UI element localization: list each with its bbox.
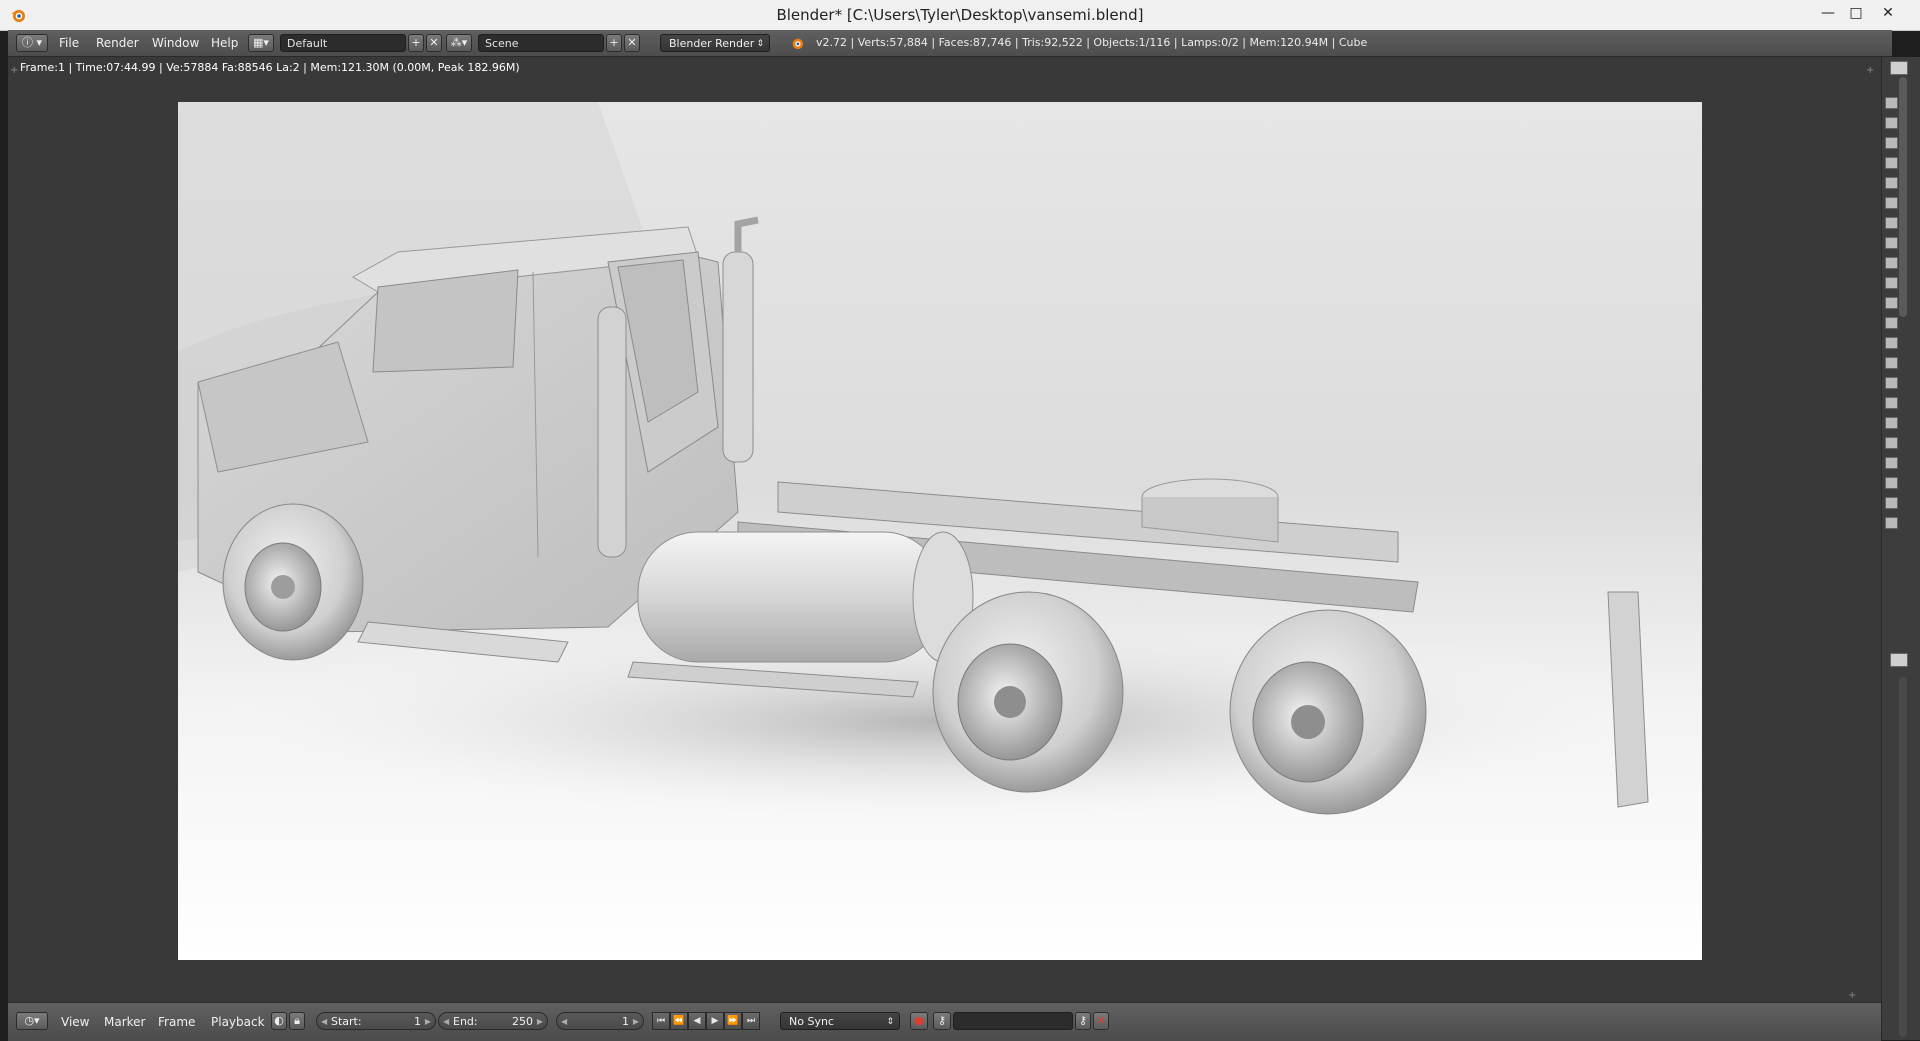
menu-file[interactable]: File bbox=[59, 33, 79, 53]
scrollbar[interactable] bbox=[1899, 77, 1907, 317]
maximize-button[interactable]: □ bbox=[1842, 2, 1870, 24]
timeline-menu-playback[interactable]: Playback bbox=[211, 1012, 265, 1032]
layer-icon[interactable] bbox=[1885, 337, 1898, 349]
end-frame-field[interactable]: ◀ End: 250 ▶ bbox=[438, 1012, 548, 1030]
chevron-updown-icon: ⇕ bbox=[886, 1017, 894, 1027]
jump-keyframe-forward-icon[interactable]: ⏩ bbox=[724, 1012, 742, 1030]
layer-icon[interactable] bbox=[1885, 517, 1898, 529]
minimize-button[interactable]: — bbox=[1814, 2, 1842, 24]
layer-icon[interactable] bbox=[1885, 457, 1898, 469]
scrollbar[interactable] bbox=[1899, 677, 1907, 1037]
add-scene-icon[interactable]: + bbox=[606, 34, 622, 52]
end-label: End: bbox=[453, 1015, 478, 1028]
properties-strip[interactable] bbox=[1881, 57, 1920, 1040]
window-title: Blender* [C:\Users\Tyler\Desktop\vansemi… bbox=[776, 6, 1144, 24]
jump-end-icon[interactable]: ⏭ bbox=[742, 1012, 760, 1030]
render-engine-dropdown[interactable]: Blender Render ⇕ bbox=[660, 34, 770, 52]
layer-icon[interactable] bbox=[1885, 117, 1898, 129]
insert-keyframe-icon[interactable]: ⚷ bbox=[1075, 1012, 1091, 1030]
layer-icon[interactable] bbox=[1885, 377, 1898, 389]
layer-icon[interactable] bbox=[1885, 157, 1898, 169]
timeline-menu-marker[interactable]: Marker bbox=[104, 1012, 145, 1032]
menu-render[interactable]: Render bbox=[96, 33, 139, 53]
layer-icon[interactable] bbox=[1885, 417, 1898, 429]
blender-version-icon bbox=[792, 38, 804, 50]
layer-icon[interactable] bbox=[1885, 177, 1898, 189]
render-result-image bbox=[178, 102, 1702, 960]
layer-icon[interactable] bbox=[1885, 297, 1898, 309]
menu-help[interactable]: Help bbox=[211, 33, 238, 53]
scene-icon[interactable]: ⁂▾ bbox=[446, 34, 472, 52]
info-header: ⓘ ▾ File Render Window Help ▦▾ Default +… bbox=[8, 30, 1892, 57]
layout-field[interactable]: Default bbox=[280, 34, 406, 52]
arrow-left-icon: ◀ bbox=[321, 1017, 328, 1026]
layer-icon[interactable] bbox=[1885, 477, 1898, 489]
end-value: 250 bbox=[512, 1015, 533, 1028]
timeline-editor-icon[interactable]: ◷▾ bbox=[16, 1012, 48, 1030]
layer-icon[interactable] bbox=[1885, 217, 1898, 229]
keying-set-field[interactable] bbox=[953, 1012, 1073, 1030]
lock-icon[interactable]: 🔒︎ bbox=[289, 1012, 305, 1030]
arrow-right-icon: ▶ bbox=[536, 1017, 543, 1026]
area-corner-icon[interactable]: + bbox=[1866, 65, 1874, 76]
layer-icon[interactable] bbox=[1885, 137, 1898, 149]
area-corner-icon[interactable]: + bbox=[1848, 990, 1856, 1001]
sync-mode-dropdown[interactable]: No Sync ⇕ bbox=[780, 1012, 900, 1030]
layer-icon[interactable] bbox=[1885, 97, 1898, 109]
close-button[interactable]: ✕ bbox=[1874, 2, 1902, 24]
timeline-menu-view[interactable]: View bbox=[61, 1012, 89, 1032]
window-titlebar: Blender* [C:\Users\Tyler\Desktop\vansemi… bbox=[0, 0, 1920, 31]
layer-icon[interactable] bbox=[1885, 397, 1898, 409]
sync-mode-label: No Sync bbox=[789, 1015, 834, 1028]
scene-stats: v2.72 | Verts:57,884 | Faces:87,746 | Tr… bbox=[816, 36, 1368, 49]
start-frame-field[interactable]: ◀ Start: 1 ▶ bbox=[316, 1012, 436, 1030]
arrow-right-icon: ▶ bbox=[632, 1017, 639, 1026]
editor-type-icon[interactable] bbox=[1890, 61, 1908, 75]
play-icon[interactable]: ▶ bbox=[706, 1012, 724, 1030]
layer-icon[interactable] bbox=[1885, 497, 1898, 509]
info-editor-icon[interactable]: ⓘ ▾ bbox=[16, 34, 48, 52]
current-frame-field[interactable]: ◀ 1 ▶ bbox=[556, 1012, 644, 1030]
timeline-menu-frame[interactable]: Frame bbox=[158, 1012, 195, 1032]
layer-icon[interactable] bbox=[1885, 437, 1898, 449]
layer-icon[interactable] bbox=[1885, 197, 1898, 209]
area-corner-icon[interactable]: + bbox=[10, 65, 18, 76]
key-icon[interactable]: ⚷ bbox=[933, 1012, 951, 1030]
add-layout-icon[interactable]: + bbox=[408, 34, 424, 52]
screen-layout-icon[interactable]: ▦▾ bbox=[248, 34, 274, 52]
arrow-left-icon: ◀ bbox=[443, 1017, 450, 1026]
jump-keyframe-back-icon[interactable]: ⏪ bbox=[670, 1012, 688, 1030]
image-editor[interactable]: Frame:1 | Time:07:44.99 | Ve:57884 Fa:88… bbox=[8, 57, 1881, 1002]
layer-icon[interactable] bbox=[1885, 277, 1898, 289]
chevron-updown-icon: ⇕ bbox=[756, 39, 764, 49]
menu-window[interactable]: Window bbox=[152, 33, 199, 53]
delete-keyframe-icon[interactable]: ✕ bbox=[1093, 1012, 1109, 1030]
arrow-right-icon: ▶ bbox=[424, 1017, 431, 1026]
start-value: 1 bbox=[414, 1015, 421, 1028]
layer-icon[interactable] bbox=[1885, 357, 1898, 369]
render-info-text: Frame:1 | Time:07:44.99 | Ve:57884 Fa:88… bbox=[20, 61, 520, 74]
truck-render bbox=[178, 102, 1702, 960]
editor-type-icon[interactable] bbox=[1890, 653, 1908, 667]
layer-icon[interactable] bbox=[1885, 257, 1898, 269]
play-reverse-icon[interactable]: ◀ bbox=[688, 1012, 706, 1030]
scene-field[interactable]: Scene bbox=[478, 34, 604, 52]
layer-icon[interactable] bbox=[1885, 317, 1898, 329]
arrow-left-icon: ◀ bbox=[561, 1017, 568, 1026]
record-icon[interactable]: ● bbox=[910, 1012, 928, 1030]
remove-scene-icon[interactable]: ✕ bbox=[624, 34, 640, 52]
start-label: Start: bbox=[331, 1015, 362, 1028]
current-frame-value: 1 bbox=[622, 1015, 629, 1028]
preview-range-icon[interactable]: ◐ bbox=[271, 1012, 287, 1030]
timeline-header: ◷▾ View Marker Frame Playback ◐ 🔒︎ ◀ Sta… bbox=[8, 1002, 1881, 1041]
remove-layout-icon[interactable]: ✕ bbox=[426, 34, 442, 52]
render-engine-label: Blender Render bbox=[669, 37, 755, 50]
jump-start-icon[interactable]: ⏮ bbox=[652, 1012, 670, 1030]
layer-icon[interactable] bbox=[1885, 237, 1898, 249]
